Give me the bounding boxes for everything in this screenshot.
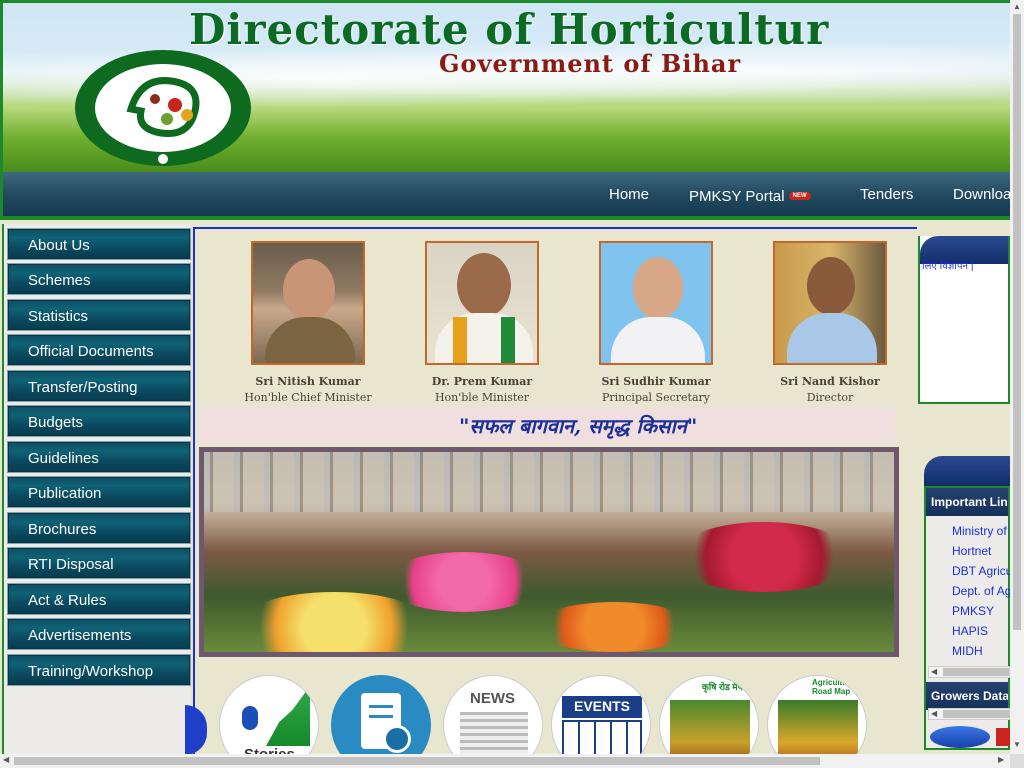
official-card: Dr. Prem Kumar Hon'ble Minister <box>397 241 567 404</box>
sidebar-item-guidelines[interactable]: Guidelines <box>7 441 191 473</box>
links-panel-cap <box>924 456 1010 486</box>
society-logo[interactable] <box>71 49 255 167</box>
header-banner: Directorate of Horticultur Government of… <box>0 0 1010 172</box>
growers-graphic <box>930 726 990 748</box>
scroll-left-icon[interactable]: ◀ <box>3 755 9 764</box>
official-role: Hon'ble Minister <box>434 391 530 404</box>
growers-data-heading: Growers Data <box>926 682 1008 710</box>
sidebar-item-publication[interactable]: Publication <box>7 476 191 508</box>
link-dbt-agriculture[interactable]: DBT Agricu <box>952 564 1012 578</box>
new-badge: NEW <box>788 192 811 200</box>
events-label: EVENTS <box>562 696 642 718</box>
left-sidebar: About Us Schemes Statistics Official Doc… <box>2 224 191 768</box>
important-links-panel: Important Lin Ministry of Hortnet DBT Ag… <box>924 486 1012 750</box>
slider-photo-shed <box>204 452 894 512</box>
scrollbar-corner <box>1010 754 1024 768</box>
image-slider[interactable] <box>199 447 899 657</box>
official-role: Hon'ble Chief Minister <box>244 391 372 404</box>
official-role: Principal Secretary <box>602 391 710 404</box>
official-photo <box>599 241 713 365</box>
official-card: Sri Nitish Kumar Hon'ble Chief Minister <box>223 241 393 404</box>
sidebar-item-training-workshop[interactable]: Training/Workshop <box>7 654 191 686</box>
notice-text[interactable]: लिए विज्ञापन | <box>922 258 973 272</box>
slider-flowers-red <box>674 522 854 592</box>
site-subtitle: Government of Bihar <box>439 49 742 78</box>
sidebar-item-statistics[interactable]: Statistics <box>7 299 191 331</box>
link-hortnet[interactable]: Hortnet <box>952 544 991 558</box>
horizontal-scroll-thumb[interactable] <box>14 757 820 765</box>
slogan-text: "सफल बागवान, समृद्ध किसान" <box>459 414 698 438</box>
official-name: Sri Sudhir Kumar <box>601 375 711 388</box>
sidebar-item-act-rules[interactable]: Act & Rules <box>7 583 191 615</box>
link-midh[interactable]: MIDH <box>952 644 983 658</box>
growers-horizontal-scrollbar[interactable]: ◀ <box>928 708 1010 720</box>
link-hapis[interactable]: HAPIS <box>952 624 988 638</box>
official-photo <box>425 241 539 365</box>
official-name: Sri Nitish Kumar <box>255 375 361 388</box>
main-content: Sri Nitish Kumar Hon'ble Chief Minister … <box>185 227 917 768</box>
scroll-left-icon[interactable]: ◀ <box>931 709 937 718</box>
sidebar-item-budgets[interactable]: Budgets <box>7 405 191 437</box>
sidebar-item-brochures[interactable]: Brochures <box>7 512 191 544</box>
main-navbar: Home PMKSY Portal NEW Tenders Downloa <box>0 172 1011 220</box>
sidebar-item-transfer-posting[interactable]: Transfer/Posting <box>7 370 191 402</box>
sidebar-item-rti-disposal[interactable]: RTI Disposal <box>7 547 191 579</box>
nav-downloads[interactable]: Downloa <box>953 186 1011 203</box>
scroll-left-icon[interactable]: ◀ <box>931 667 937 676</box>
link-ministry[interactable]: Ministry of <box>952 524 1007 538</box>
horizontal-scrollbar[interactable]: ◀ ▶ <box>0 754 1010 768</box>
official-photo <box>773 241 887 365</box>
nav-downloads-label: Downloa <box>953 186 1012 203</box>
vertical-scrollbar[interactable]: ▲ ▼ <box>1010 0 1024 754</box>
sidebar-item-official-documents[interactable]: Official Documents <box>7 334 191 366</box>
sidebar-item-about-us[interactable]: About Us <box>7 228 191 260</box>
official-card: Sri Nand Kishor Director <box>745 241 915 404</box>
nav-home-label: Home <box>609 186 650 203</box>
official-photo <box>251 241 365 365</box>
scroll-up-icon[interactable]: ▲ <box>1013 2 1021 11</box>
sidebar-item-schemes[interactable]: Schemes <box>7 263 191 295</box>
nav-tenders[interactable]: Tenders <box>860 186 913 203</box>
official-name: Sri Nand Kishor <box>780 375 880 388</box>
nav-pmksy-label: PMKSY Portal <box>689 188 785 205</box>
important-links-heading: Important Lin <box>926 488 1008 516</box>
krishi-label: कृषि रोड मैप <box>702 682 743 692</box>
nav-home[interactable]: Home <box>609 186 649 203</box>
scroll-right-icon[interactable]: ▶ <box>998 755 1004 764</box>
nav-pmksy-portal[interactable]: PMKSY Portal NEW <box>689 188 811 205</box>
growers-graphic-red <box>996 728 1010 746</box>
nav-tenders-label: Tenders <box>860 186 914 203</box>
links-horizontal-scrollbar[interactable]: ◀ <box>928 666 1010 678</box>
notice-panel: लिए विज्ञापन | <box>918 236 1010 404</box>
vertical-scroll-thumb[interactable] <box>1013 14 1021 630</box>
official-role: Director <box>806 391 854 404</box>
scroll-thumb[interactable] <box>943 710 1009 718</box>
official-name: Dr. Prem Kumar <box>431 375 533 388</box>
link-dept-agriculture[interactable]: Dept. of Ag <box>952 584 1011 598</box>
agri-label: Agriculture Road Map <box>812 678 855 696</box>
scroll-thumb[interactable] <box>943 668 1009 676</box>
site-title: Directorate of Horticultur <box>189 5 830 54</box>
partial-icon[interactable] <box>185 705 207 755</box>
sidebar-item-advertisements[interactable]: Advertisements <box>7 618 191 650</box>
slogan-bar: "सफल बागवान, समृद्ध किसान" <box>199 407 895 443</box>
link-pmksy[interactable]: PMKSY <box>952 604 994 618</box>
scroll-down-icon[interactable]: ▼ <box>1013 740 1021 749</box>
slider-flowers-orange <box>534 602 694 652</box>
news-label: NEWS <box>470 690 515 707</box>
slider-flowers-yellow <box>234 592 434 652</box>
official-card: Sri Sudhir Kumar Principal Secretary <box>571 241 741 404</box>
